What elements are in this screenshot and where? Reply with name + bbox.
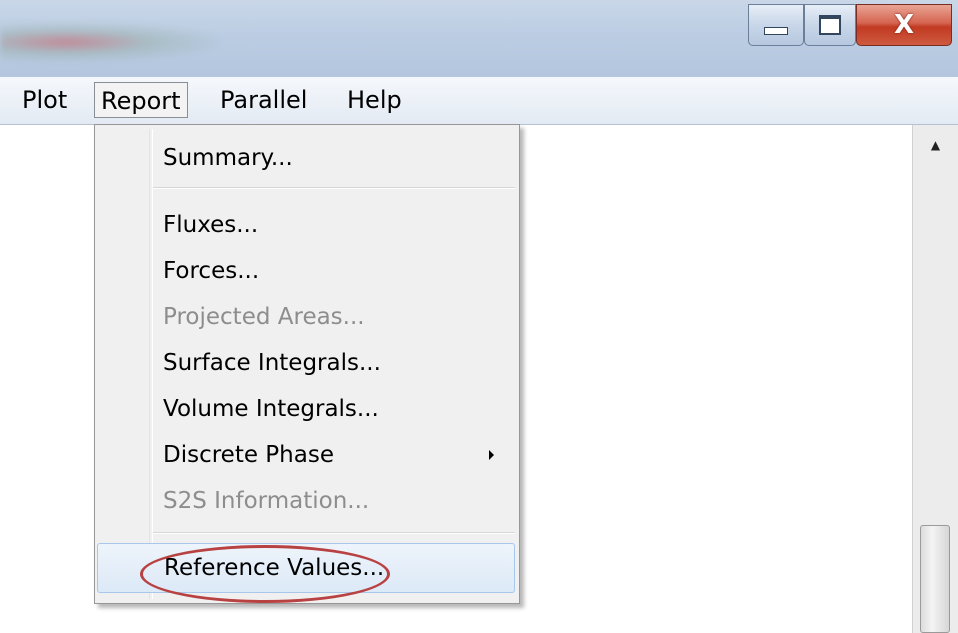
- menu-item-projected-areas: Projected Areas...: [163, 304, 365, 330]
- vertical-scrollbar[interactable]: ▲: [912, 125, 958, 633]
- minimize-icon: [764, 27, 788, 35]
- window-controls: X: [748, 0, 952, 52]
- menu-help[interactable]: Help: [341, 82, 408, 118]
- menu-bar: Plot Report Parallel Help: [0, 77, 958, 125]
- menu-separator: [153, 187, 515, 189]
- scroll-up-arrow-icon[interactable]: ▲: [913, 125, 958, 165]
- title-bar: X: [0, 0, 958, 77]
- menu-plot[interactable]: Plot: [16, 82, 73, 118]
- menu-report[interactable]: Report: [94, 82, 188, 118]
- menu-item-volume-integrals[interactable]: Volume Integrals...: [163, 391, 379, 427]
- menu-icon-gutter: [149, 129, 153, 599]
- annotation-ellipse: [140, 545, 390, 603]
- menu-item-fluxes[interactable]: Fluxes...: [163, 207, 258, 243]
- window-title-blurred: [0, 22, 220, 62]
- menu-item-discrete-phase[interactable]: Discrete Phase: [163, 437, 334, 473]
- close-button[interactable]: X: [856, 4, 952, 46]
- menu-item-surface-integrals[interactable]: Surface Integrals...: [163, 345, 381, 381]
- menu-item-summary[interactable]: Summary...: [163, 140, 293, 176]
- report-dropdown-menu: Summary... Fluxes... Forces... Projected…: [94, 124, 520, 604]
- menu-item-forces[interactable]: Forces...: [163, 253, 259, 289]
- maximize-icon: [819, 15, 841, 35]
- maximize-button[interactable]: [804, 4, 856, 46]
- scroll-thumb[interactable]: [920, 525, 950, 633]
- menu-parallel[interactable]: Parallel: [214, 82, 313, 118]
- menu-item-s2s-information: S2S Information...: [163, 488, 370, 514]
- minimize-button[interactable]: [748, 4, 804, 46]
- submenu-arrow-icon: [489, 450, 494, 460]
- close-icon: X: [893, 10, 915, 40]
- menu-separator: [153, 532, 515, 534]
